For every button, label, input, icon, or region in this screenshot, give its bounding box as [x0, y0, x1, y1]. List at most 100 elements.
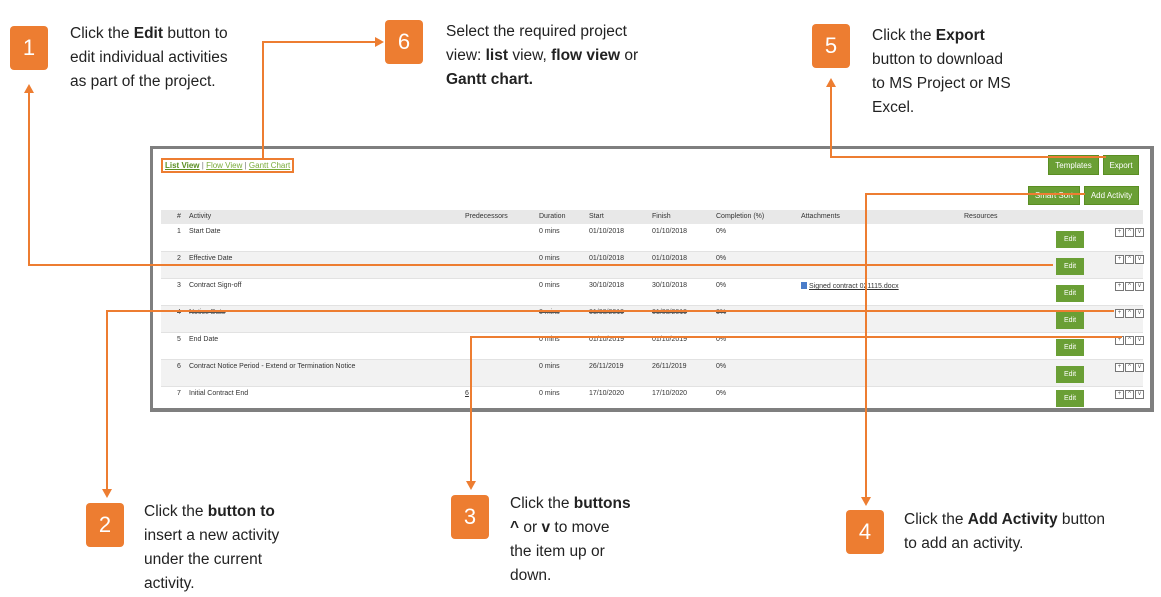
- row-completion: 0%: [716, 282, 727, 289]
- row-activity: End Date: [189, 336, 219, 343]
- col-num: #: [177, 213, 181, 220]
- row-completion: 0%: [716, 255, 727, 262]
- smart-sort-button[interactable]: Smart Sort: [1028, 186, 1080, 205]
- move-down-icon[interactable]: v: [1135, 309, 1144, 318]
- connector-line-2: [106, 310, 1114, 312]
- move-up-icon[interactable]: ^: [1125, 255, 1134, 264]
- arrow-down-icon: [861, 497, 871, 506]
- insert-icon[interactable]: +: [1115, 282, 1124, 291]
- tab-list-view[interactable]: List View: [165, 161, 200, 170]
- edit-button[interactable]: Edit: [1056, 339, 1084, 356]
- insert-icon[interactable]: +: [1115, 363, 1124, 372]
- callout-badge-6: 6: [385, 20, 423, 64]
- edit-button[interactable]: Edit: [1056, 390, 1084, 407]
- move-up-icon[interactable]: ^: [1125, 282, 1134, 291]
- insert-icon[interactable]: +: [1115, 255, 1124, 264]
- row-activity: Effective Date: [189, 255, 233, 262]
- col-duration: Duration: [539, 213, 566, 220]
- row-actions: + ^ v: [1115, 282, 1144, 291]
- tab-flow-view[interactable]: Flow View: [206, 161, 242, 170]
- view-tabs: List View | Flow View | Gantt Chart: [161, 158, 295, 173]
- insert-icon[interactable]: +: [1115, 390, 1124, 399]
- connector-line-4: [865, 193, 867, 498]
- row-actions: + ^ v: [1115, 363, 1144, 372]
- row-start: 26/11/2019: [589, 363, 624, 370]
- row-activity: Contract Notice Period - Extend or Termi…: [189, 363, 356, 370]
- edit-button[interactable]: Edit: [1056, 366, 1084, 383]
- connector-line-6: [262, 41, 375, 43]
- table-row: 1 Start Date 0 mins 01/10/2018 01/10/201…: [161, 225, 1144, 252]
- edit-button[interactable]: Edit: [1056, 285, 1084, 302]
- col-finish: Finish: [652, 213, 671, 220]
- arrow-right-icon: [375, 37, 384, 47]
- col-predecessors: Predecessors: [465, 213, 508, 220]
- move-down-icon[interactable]: v: [1135, 255, 1144, 264]
- edit-button[interactable]: Edit: [1056, 231, 1084, 248]
- row-predecessors[interactable]: 6: [465, 390, 469, 397]
- col-start: Start: [589, 213, 604, 220]
- attachment-link[interactable]: Signed contract 021115.docx: [801, 282, 899, 290]
- callout-text-5: Click the Export button to download to M…: [872, 27, 1011, 116]
- col-completion: Completion (%): [716, 213, 765, 220]
- row-completion: 0%: [716, 363, 727, 370]
- connector-line-5: [830, 83, 832, 157]
- row-duration: 0 mins: [539, 255, 560, 262]
- move-up-icon[interactable]: ^: [1125, 363, 1134, 372]
- row-actions: + ^ v: [1115, 228, 1144, 237]
- row-num: 1: [177, 228, 181, 235]
- arrow-down-icon: [102, 489, 112, 498]
- move-down-icon[interactable]: v: [1135, 363, 1144, 372]
- edit-button[interactable]: Edit: [1056, 258, 1084, 275]
- move-up-icon[interactable]: ^: [1125, 336, 1134, 345]
- callout-badge-3: 3: [451, 495, 489, 539]
- row-num: 6: [177, 363, 181, 370]
- attachment-filename[interactable]: Signed contract 021115.docx: [809, 283, 899, 290]
- row-finish: 30/10/2018: [652, 282, 688, 289]
- row-actions: + ^ v: [1115, 390, 1144, 399]
- add-activity-button[interactable]: Add Activity: [1084, 186, 1139, 205]
- callout-badge-2: 2: [86, 503, 124, 547]
- connector-line-3: [470, 336, 472, 482]
- document-icon: [801, 282, 807, 289]
- row-start: 17/10/2020: [589, 390, 625, 397]
- callout-badge-5: 5: [812, 24, 850, 68]
- callout-badge-1: 1: [10, 26, 48, 70]
- row-duration: 0 mins: [539, 390, 560, 397]
- table-header: # Activity Predecessors Duration Start F…: [161, 210, 1143, 224]
- row-num: 3: [177, 282, 181, 289]
- callout-text-4: Click the Add Activity button to add an …: [904, 511, 1106, 552]
- export-button[interactable]: Export: [1103, 155, 1139, 175]
- move-down-icon[interactable]: v: [1135, 390, 1144, 399]
- move-down-icon[interactable]: v: [1135, 336, 1144, 345]
- tab-gantt-chart[interactable]: Gantt Chart: [249, 161, 290, 170]
- row-duration: 0 mins: [539, 282, 560, 289]
- move-up-icon[interactable]: ^: [1125, 309, 1134, 318]
- insert-icon[interactable]: +: [1115, 228, 1124, 237]
- arrow-down-icon: [466, 481, 476, 490]
- connector-line-2: [106, 310, 108, 490]
- table-row: 7 Initial Contract End 6 0 mins 17/10/20…: [161, 387, 1144, 413]
- templates-button[interactable]: Templates: [1048, 155, 1099, 175]
- row-finish: 01/10/2018: [652, 228, 688, 235]
- connector-line-3: [470, 336, 1122, 338]
- callout-text-3: Click the buttons ^ or v to move the ite…: [510, 495, 631, 584]
- row-completion: 0%: [716, 390, 727, 397]
- row-num: 5: [177, 336, 181, 343]
- callout-badge-4: 4: [846, 510, 884, 554]
- row-finish: 17/10/2020: [652, 390, 688, 397]
- row-duration: 0 mins: [539, 363, 560, 370]
- move-up-icon[interactable]: ^: [1125, 390, 1134, 399]
- connector-line-1: [28, 264, 1053, 266]
- callout-text-1: Click the Edit button to edit individual…: [70, 25, 228, 90]
- row-actions: + ^ v: [1115, 309, 1144, 318]
- edit-button[interactable]: Edit: [1056, 312, 1084, 329]
- row-actions: + ^ v: [1115, 255, 1144, 264]
- move-down-icon[interactable]: v: [1135, 228, 1144, 237]
- move-down-icon[interactable]: v: [1135, 282, 1144, 291]
- insert-icon[interactable]: +: [1115, 309, 1124, 318]
- connector-line-4: [865, 193, 1085, 195]
- col-activity: Activity: [189, 213, 212, 220]
- move-up-icon[interactable]: ^: [1125, 228, 1134, 237]
- row-num: 2: [177, 255, 181, 262]
- row-activity: Contract Sign-off: [189, 282, 242, 289]
